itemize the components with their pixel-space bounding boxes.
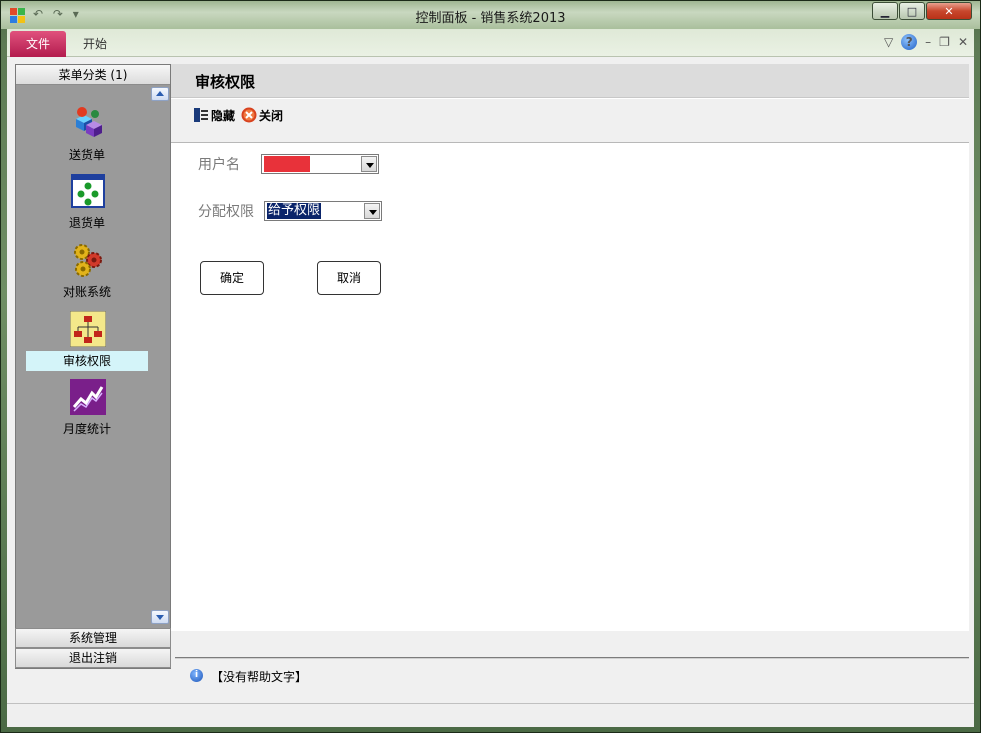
sidebar-header[interactable]: 菜单分类 (1) bbox=[16, 65, 170, 85]
cancel-button[interactable]: 取消 bbox=[317, 261, 381, 295]
nav-sidebar: 菜单分类 (1) 送货单 退货单 对账系统 审核权限 月度统计 bbox=[15, 64, 171, 669]
ok-button[interactable]: 确定 bbox=[200, 261, 264, 295]
mdi-minimize-icon[interactable]: – bbox=[925, 35, 931, 49]
mdi-close-icon[interactable]: ✕ bbox=[958, 35, 968, 49]
tab-start[interactable]: 开始 bbox=[73, 31, 117, 57]
info-icon: i bbox=[190, 669, 203, 682]
window-controls: ▁ □ ✕ bbox=[871, 2, 972, 20]
hide-button-label: 隐藏 bbox=[211, 108, 236, 123]
minimize-button[interactable]: ▁ bbox=[872, 2, 898, 20]
dots-window-icon bbox=[71, 174, 105, 208]
sidebar-item-label: 对账系统 bbox=[62, 285, 111, 299]
permission-value: 给予权限 bbox=[267, 203, 322, 219]
gears-icon bbox=[74, 244, 102, 277]
chevron-down-icon[interactable] bbox=[361, 156, 377, 172]
window-title: 控制面板 - 销售系统2013 bbox=[415, 11, 566, 26]
trend-chart-icon bbox=[70, 379, 106, 415]
sidebar-item-reconcile[interactable]: 对账系统 bbox=[26, 242, 148, 308]
client-area: 菜单分类 (1) 送货单 退货单 对账系统 审核权限 月度统计 系统管理 退出注… bbox=[7, 57, 974, 727]
maximize-button[interactable]: □ bbox=[899, 2, 925, 20]
hide-button[interactable]: 隐藏 bbox=[193, 106, 235, 124]
sidebar-item-label: 月度统计 bbox=[62, 422, 111, 436]
org-chart-icon bbox=[70, 311, 106, 347]
ribbon-tabs: 文件 开始 ▽ ? – ❐ ✕ bbox=[7, 29, 974, 57]
scroll-up-button[interactable] bbox=[151, 87, 169, 101]
app-window: ↶ ↷ ▾ 控制面板 - 销售系统2013 ▁ □ ✕ 文件 开始 ▽ ? – … bbox=[0, 0, 981, 733]
panel-header: 审核权限 bbox=[171, 64, 969, 98]
sidebar-item-label: 审核权限 bbox=[26, 351, 148, 371]
sidebar-item-label: 送货单 bbox=[68, 148, 105, 162]
close-button-label: 关闭 bbox=[259, 108, 284, 123]
permission-select[interactable]: 给予权限 bbox=[264, 201, 382, 221]
sidebar-item-returns[interactable]: 退货单 bbox=[26, 173, 148, 239]
username-value-redacted bbox=[264, 156, 310, 172]
help-bar: i 【没有帮助文字】 bbox=[175, 657, 969, 695]
group-system-management[interactable]: 系统管理 bbox=[15, 628, 171, 648]
sidebar-item-audit-permission[interactable]: 审核权限 bbox=[26, 311, 148, 377]
username-select[interactable] bbox=[261, 154, 379, 174]
panel-toolbar: 隐藏 关闭 bbox=[171, 99, 969, 143]
title-bar: ↶ ↷ ▾ 控制面板 - 销售系统2013 ▁ □ ✕ bbox=[1, 1, 980, 29]
tab-file[interactable]: 文件 bbox=[10, 31, 66, 57]
group-logout[interactable]: 退出注销 bbox=[15, 648, 171, 668]
help-icon[interactable]: ? bbox=[901, 34, 918, 50]
close-window-button[interactable]: ✕ bbox=[926, 2, 972, 20]
main-panel: 审核权限 隐藏 关闭 用户名 分配权限 给予权限 确定 取消 bbox=[171, 64, 969, 631]
scroll-down-button[interactable] bbox=[151, 610, 169, 624]
panel-footer-strip bbox=[171, 631, 969, 657]
help-text: 【没有帮助文字】 bbox=[211, 670, 308, 684]
cubes-icon bbox=[76, 107, 102, 137]
sidebar-item-monthly-stats[interactable]: 月度统计 bbox=[26, 379, 148, 445]
close-panel-button[interactable]: 关闭 bbox=[241, 106, 283, 124]
ribbon-collapse-icon[interactable]: ▽ bbox=[884, 35, 893, 49]
sidebar-item-label: 退货单 bbox=[68, 216, 105, 230]
close-circle-icon bbox=[241, 107, 257, 123]
hide-panel-icon bbox=[194, 108, 208, 122]
chevron-down-icon[interactable] bbox=[364, 203, 380, 219]
mdi-restore-icon[interactable]: ❐ bbox=[939, 35, 950, 49]
status-bar bbox=[7, 703, 974, 727]
sidebar-item-delivery[interactable]: 送货单 bbox=[26, 105, 148, 171]
username-label: 用户名 bbox=[198, 157, 240, 173]
page-title: 审核权限 bbox=[195, 73, 256, 91]
ribbon-right-controls: ▽ ? – ❐ ✕ bbox=[876, 34, 968, 50]
permission-label: 分配权限 bbox=[198, 204, 254, 220]
